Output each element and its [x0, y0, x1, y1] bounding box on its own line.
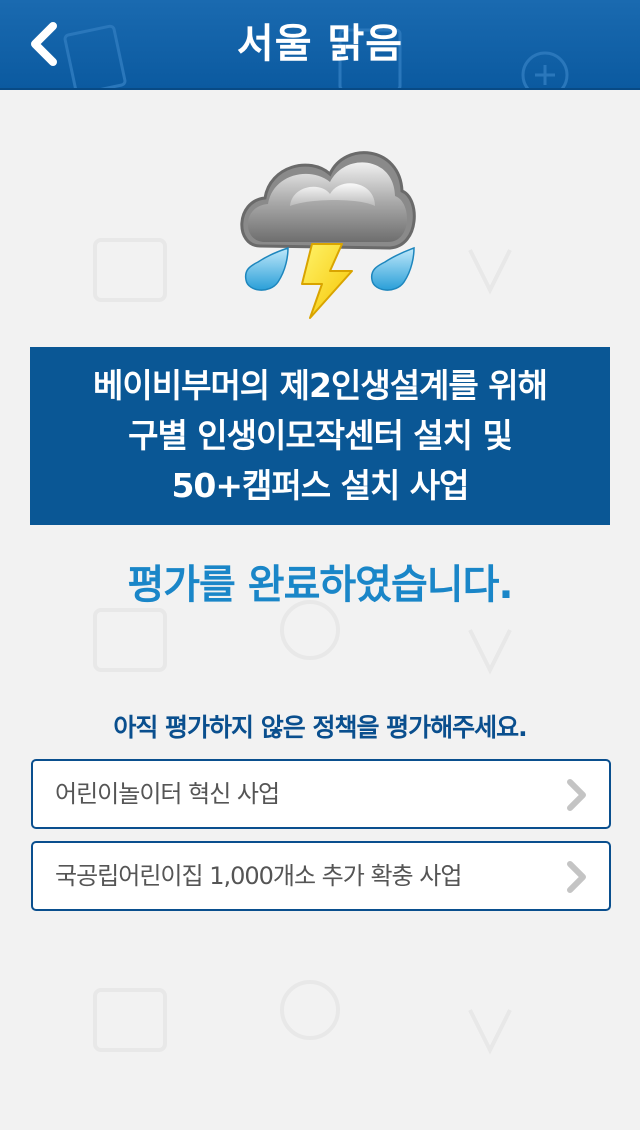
evaluation-complete-message: 평가를 완료하였습니다.: [127, 562, 513, 608]
remaining-policy-list: 어린이놀이터 혁신 사업 국공립어린이집 1,000개소 추가 확충 사업: [31, 759, 611, 923]
back-button[interactable]: [14, 14, 74, 74]
page-title: 서울 맑음: [236, 21, 404, 67]
chevron-right-icon: [567, 861, 586, 893]
chevron-left-icon: [31, 22, 57, 66]
screen: 서울 맑음 베이비부머의 제2인생설계를 위해 구별 인생이모작센터 설치 및 …: [0, 0, 640, 1130]
policy-title-line: 베이비부머의 제2인생설계를 위해: [93, 366, 548, 405]
header-bar: 서울 맑음: [0, 0, 640, 90]
list-item[interactable]: 국공립어린이집 1,000개소 추가 확충 사업: [31, 841, 611, 911]
policy-title-line: 50+캠퍼스 설치 사업: [171, 466, 469, 505]
list-item-label: 국공립어린이집 1,000개소 추가 확충 사업: [55, 862, 462, 890]
policy-title-box: 베이비부머의 제2인생설계를 위해 구별 인생이모작센터 설치 및 50+캠퍼스…: [30, 347, 610, 525]
policy-title-line: 구별 인생이모작센터 설치 및: [128, 416, 513, 455]
evaluate-prompt-message: 아직 평가하지 않은 정책을 평가해주세요.: [113, 713, 527, 742]
thunderstorm-icon: [240, 151, 416, 319]
chevron-right-icon: [567, 779, 586, 811]
list-item[interactable]: 어린이놀이터 혁신 사업: [31, 759, 611, 829]
list-item-label: 어린이놀이터 혁신 사업: [55, 780, 280, 808]
